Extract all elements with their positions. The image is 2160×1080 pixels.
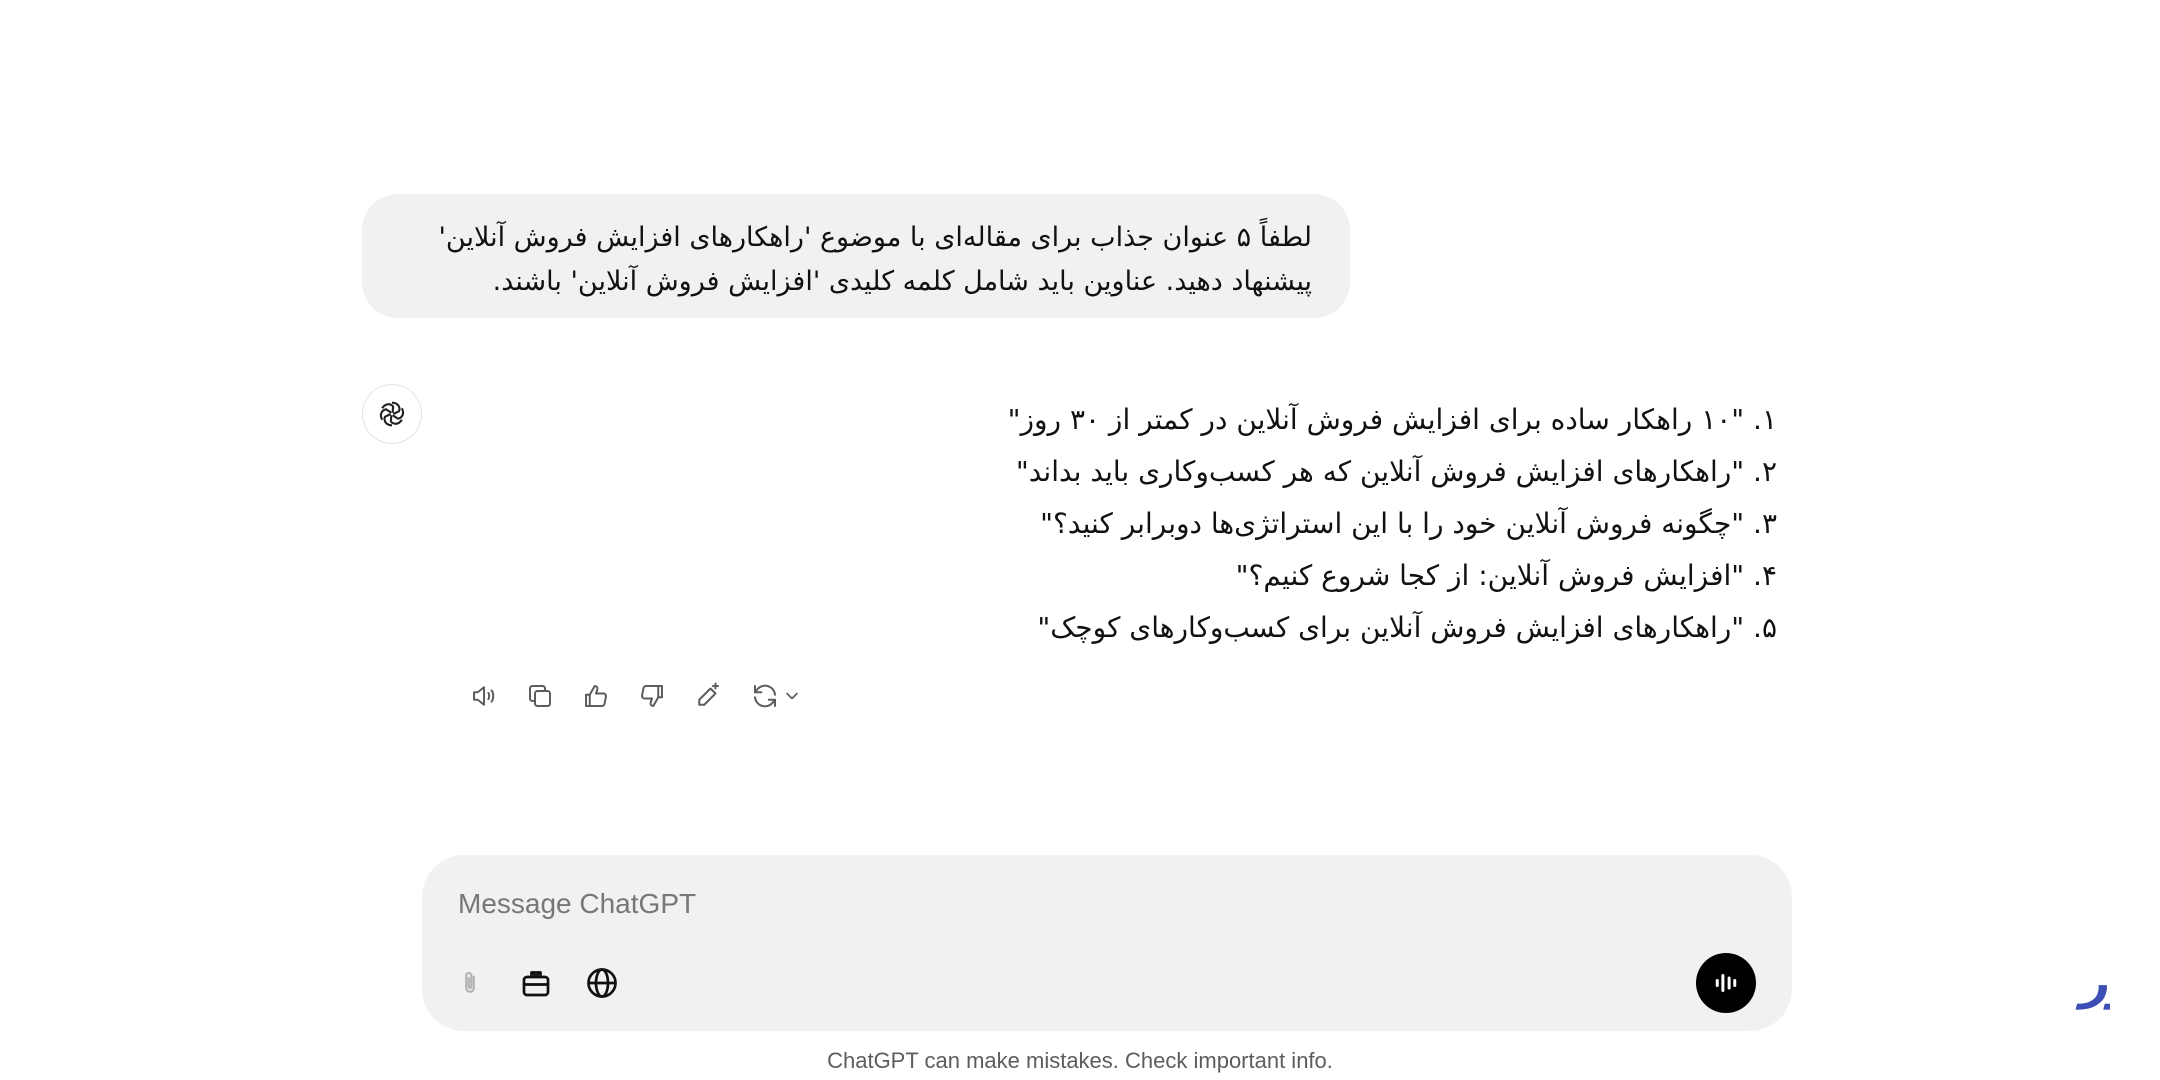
- chevron-down-icon: [786, 692, 798, 700]
- iranserver-logo: ایران‌سرور: [2075, 955, 2110, 1010]
- list-item: ۴. "افزایش فروش آنلاین: از کجا شروع کنیم…: [1235, 559, 1777, 592]
- assistant-message: ۱. "۱۰ راهکار ساده برای افزایش فروش آنلا…: [877, 394, 1777, 654]
- thumbs-down-icon[interactable]: [634, 678, 670, 714]
- tools-icon[interactable]: [514, 961, 558, 1005]
- disclaimer-text: ChatGPT can make mistakes. Check importa…: [827, 1048, 1333, 1073]
- list-item: ۵. "راهکارهای افزایش فروش آنلاین برای کس…: [1037, 611, 1777, 644]
- edit-canvas-icon[interactable]: [690, 678, 726, 714]
- user-message-line: پیشنهاد دهید. عناوین باید شامل کلمه کلید…: [492, 266, 1312, 297]
- voice-mode-icon[interactable]: [1696, 953, 1756, 1013]
- user-message-bubble: لطفاً ۵ عنوان جذاب برای مقاله‌ای با موضو…: [362, 194, 1350, 318]
- svg-text:ایران‌سرور: ایران‌سرور: [2075, 955, 2110, 1010]
- regenerate-icon[interactable]: [746, 678, 806, 714]
- user-message-line: لطفاً ۵ عنوان جذاب برای مقاله‌ای با موضو…: [438, 222, 1312, 253]
- copy-icon[interactable]: [522, 678, 558, 714]
- chat-page: لطفاً ۵ عنوان جذاب برای مقاله‌ای با موضو…: [0, 0, 2160, 1080]
- chatgpt-logo-icon: [362, 384, 422, 444]
- globe-icon[interactable]: [580, 961, 624, 1005]
- attach-icon[interactable]: [448, 961, 492, 1005]
- list-item: ۳. "چگونه فروش آنلاین خود را با این استر…: [1040, 507, 1777, 540]
- read-aloud-icon[interactable]: [466, 678, 502, 714]
- list-item: ۲. "راهکارهای افزایش فروش آنلاین که هر ک…: [1015, 455, 1777, 488]
- list-item: ۱. "۱۰ راهکار ساده برای افزایش فروش آنلا…: [1007, 403, 1777, 436]
- message-composer: [422, 855, 1792, 1031]
- message-input[interactable]: [456, 881, 1660, 927]
- message-actions: [466, 678, 806, 714]
- thumbs-up-icon[interactable]: [578, 678, 614, 714]
